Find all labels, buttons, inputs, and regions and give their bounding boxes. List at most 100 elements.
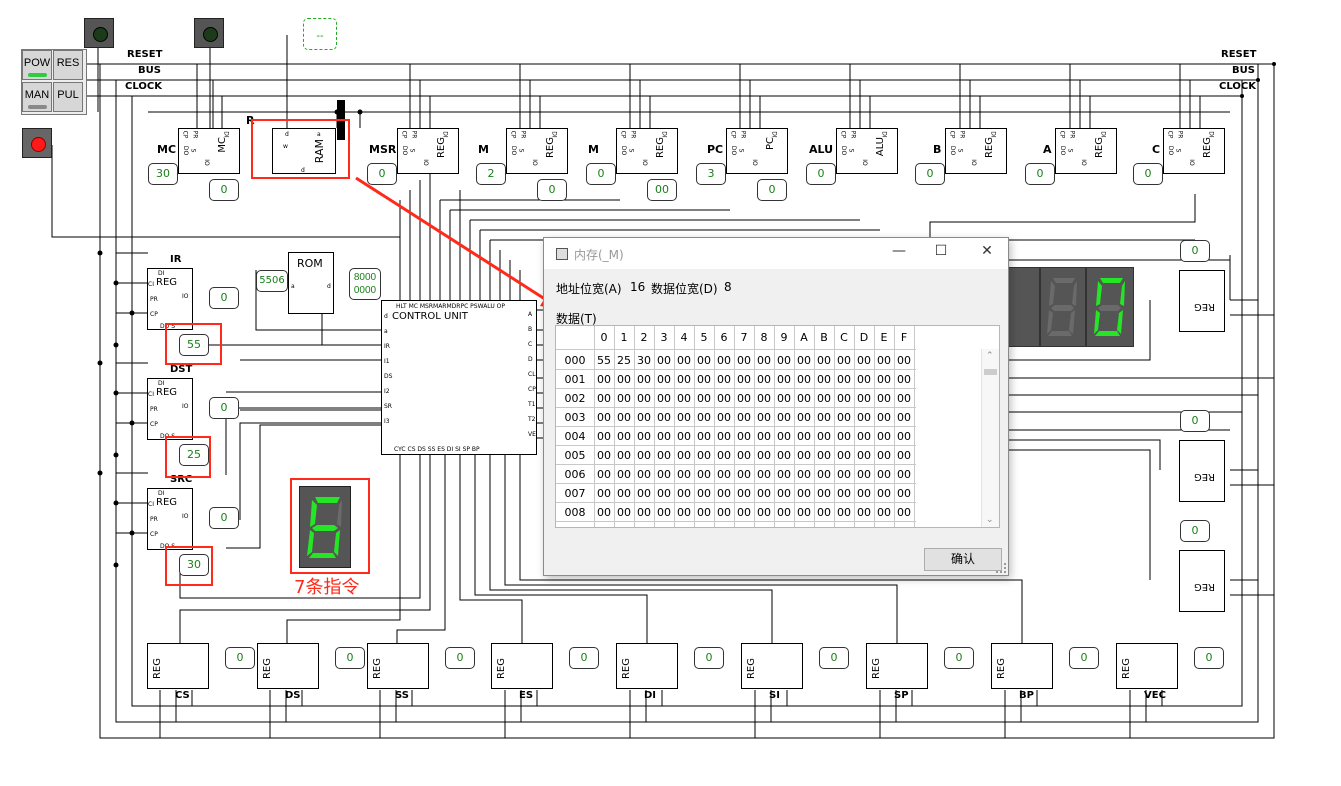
memory-cell[interactable]: 00 [714,408,734,427]
memory-cell[interactable]: 00 [734,446,754,465]
memory-cell[interactable]: 00 [894,446,914,465]
memory-cell[interactable]: 00 [874,370,894,389]
memory-cell[interactable]: 55 [594,351,614,370]
memory-cell[interactable]: 00 [674,370,694,389]
memory-cell[interactable]: 00 [754,351,774,370]
memory-cell[interactable]: 00 [794,484,814,503]
memory-cell[interactable]: 00 [594,446,614,465]
memory-cell[interactable]: 00 [754,465,774,484]
memory-cell[interactable]: 00 [794,503,814,522]
memory-cell[interactable]: 00 [774,389,794,408]
memory-cell[interactable]: 00 [794,370,814,389]
scrollbar[interactable]: ⌃ ⌄ [981,349,999,527]
memory-cell[interactable]: 00 [694,503,714,522]
memory-cell[interactable]: 00 [814,427,834,446]
memory-cell[interactable]: 00 [874,484,894,503]
memory-cell[interactable]: 00 [734,484,754,503]
memory-cell[interactable]: 00 [754,389,774,408]
memory-cell[interactable]: 00 [854,408,874,427]
memory-cell[interactable]: 00 [614,484,634,503]
memory-cell[interactable]: 00 [674,408,694,427]
memory-cell[interactable]: 00 [614,503,634,522]
memory-cell[interactable]: 00 [894,408,914,427]
memory-cell[interactable]: 00 [814,446,834,465]
memory-cell[interactable]: 00 [834,465,854,484]
memory-cell[interactable]: 00 [714,465,734,484]
memory-cell[interactable]: 00 [894,484,914,503]
memory-cell[interactable]: 00 [654,484,674,503]
memory-cell[interactable]: 00 [774,446,794,465]
memory-cell[interactable]: 00 [654,389,674,408]
memory-cell[interactable]: 00 [634,408,654,427]
memory-cell[interactable]: 00 [654,446,674,465]
memory-cell[interactable]: 00 [654,503,674,522]
ok-button[interactable]: 确认 [924,548,1002,571]
memory-cell[interactable]: 00 [854,389,874,408]
memory-cell[interactable]: 00 [814,408,834,427]
memory-cell[interactable]: 00 [634,370,654,389]
memory-cell[interactable]: 00 [894,427,914,446]
memory-cell[interactable]: 00 [794,351,814,370]
memory-cell[interactable]: 00 [634,427,654,446]
memory-cell[interactable]: 00 [774,408,794,427]
memory-cell[interactable]: 00 [694,446,714,465]
memory-cell[interactable]: 00 [794,408,814,427]
memory-cell[interactable]: 00 [694,427,714,446]
memory-cell[interactable]: 00 [654,465,674,484]
memory-cell[interactable]: 00 [674,427,694,446]
memory-cell[interactable]: 00 [834,389,854,408]
memory-cell[interactable]: 00 [614,408,634,427]
memory-cell[interactable]: 00 [594,503,614,522]
memory-cell[interactable]: 30 [634,351,654,370]
memory-cell[interactable]: 00 [674,446,694,465]
scroll-down-icon[interactable]: ⌄ [986,515,994,525]
memory-cell[interactable]: 00 [734,503,754,522]
memory-cell[interactable]: 00 [774,427,794,446]
memory-cell[interactable]: 00 [614,465,634,484]
memory-cell[interactable]: 00 [654,408,674,427]
memory-cell[interactable]: 00 [874,408,894,427]
memory-cell[interactable]: 00 [594,484,614,503]
memory-cell[interactable]: 00 [834,484,854,503]
memory-cell[interactable]: 00 [694,370,714,389]
memory-cell[interactable]: 00 [594,408,614,427]
memory-cell[interactable]: 25 [614,351,634,370]
scroll-up-icon[interactable]: ⌃ [986,351,994,361]
memory-cell[interactable]: 00 [694,408,714,427]
memory-cell[interactable]: 00 [874,427,894,446]
minimize-button[interactable]: — [884,243,914,259]
memory-cell[interactable]: 00 [654,351,674,370]
memory-cell[interactable]: 00 [714,389,734,408]
memory-cell[interactable]: 00 [774,465,794,484]
memory-cell[interactable]: 00 [854,370,874,389]
memory-cell[interactable]: 00 [714,484,734,503]
memory-cell[interactable]: 00 [834,370,854,389]
memory-cell[interactable]: 00 [634,389,654,408]
memory-cell[interactable]: 00 [714,427,734,446]
memory-cell[interactable]: 00 [814,503,834,522]
scroll-thumb[interactable] [984,369,997,375]
memory-cell[interactable]: 00 [694,351,714,370]
memory-cell[interactable]: 00 [854,427,874,446]
memory-cell[interactable]: 00 [774,503,794,522]
memory-cell[interactable]: 00 [754,408,774,427]
memory-cell[interactable]: 00 [654,370,674,389]
addr-width-value[interactable]: 16 [630,280,645,294]
memory-cell[interactable]: 00 [874,351,894,370]
memory-cell[interactable]: 00 [854,484,874,503]
memory-cell[interactable]: 00 [774,351,794,370]
memory-cell[interactable]: 00 [614,446,634,465]
memory-cell[interactable]: 00 [814,465,834,484]
memory-cell[interactable]: 00 [834,427,854,446]
memory-cell[interactable]: 00 [794,389,814,408]
memory-cell[interactable]: 00 [794,465,814,484]
memory-cell[interactable]: 00 [694,389,714,408]
memory-cell[interactable]: 00 [594,389,614,408]
memory-cell[interactable]: 00 [634,465,654,484]
memory-cell[interactable]: 00 [674,351,694,370]
memory-cell[interactable]: 00 [774,484,794,503]
memory-cell[interactable]: 00 [674,484,694,503]
memory-cell[interactable]: 00 [714,351,734,370]
memory-cell[interactable]: 00 [674,389,694,408]
memory-cell[interactable]: 00 [814,370,834,389]
